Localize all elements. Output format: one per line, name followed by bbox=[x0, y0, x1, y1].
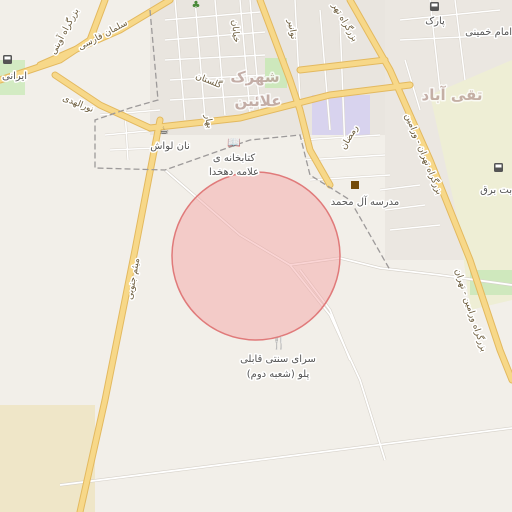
poi-tree: ♣ bbox=[192, 0, 201, 11]
road-label-khiyaban: خیابان bbox=[229, 19, 241, 43]
restaurant-icon: 🍴 bbox=[272, 336, 287, 350]
poi-label-madrese: مدرسه آل محمد bbox=[331, 195, 399, 208]
poi-label-imam: امام خمینی bbox=[465, 27, 512, 38]
poi-bus-1[interactable] bbox=[3, 55, 12, 64]
map-canvas[interactable]: شهرک علائین تقی آباد بزرگراه آوینی سلمان… bbox=[0, 0, 512, 512]
book-icon: 📖 bbox=[227, 136, 241, 149]
poi-label-bargh: بت برق bbox=[480, 185, 512, 196]
campus-area bbox=[312, 95, 370, 135]
tree-icon: ♣ bbox=[192, 0, 201, 11]
search-radius-circle[interactable] bbox=[171, 171, 341, 341]
bus-window bbox=[4, 56, 11, 60]
district-label-shahrak: شهرک bbox=[230, 68, 279, 86]
poi-label-nanlavash: نان لواش bbox=[150, 141, 190, 152]
poi-label-ketabkhane-1: کتابخانه ی bbox=[213, 153, 256, 164]
bus-window bbox=[495, 164, 502, 168]
poi-label-iranian: ایرانی bbox=[2, 71, 27, 82]
bus-window bbox=[431, 3, 438, 7]
district-label-alanin: علائین bbox=[235, 92, 282, 110]
poi-label-park: پارک bbox=[425, 16, 445, 27]
school-icon bbox=[351, 181, 359, 189]
poi-ketabkhane[interactable]: 📖 کتابخانه ی علامه دهخدا bbox=[207, 136, 260, 180]
cafe-icon: ☕ bbox=[159, 124, 169, 137]
poi-label-ketabkhane-2: علامه دهخدا bbox=[209, 167, 259, 178]
road-label-niyam-jenubi: میثم جنوبی bbox=[125, 257, 142, 300]
road-label-salman-farsi: سلمان فارسی bbox=[77, 18, 130, 52]
poi-label-restaurant-2: پلو (شعبه دوم) bbox=[247, 369, 310, 380]
poi-label-restaurant-1: سرای سنتی قابلی bbox=[240, 354, 316, 365]
poi-restaurant[interactable]: 🍴 سرای سنتی قابلی پلو (شعبه دوم) bbox=[239, 336, 318, 382]
district-label-taqi-abad: تقی آباد bbox=[422, 86, 483, 104]
